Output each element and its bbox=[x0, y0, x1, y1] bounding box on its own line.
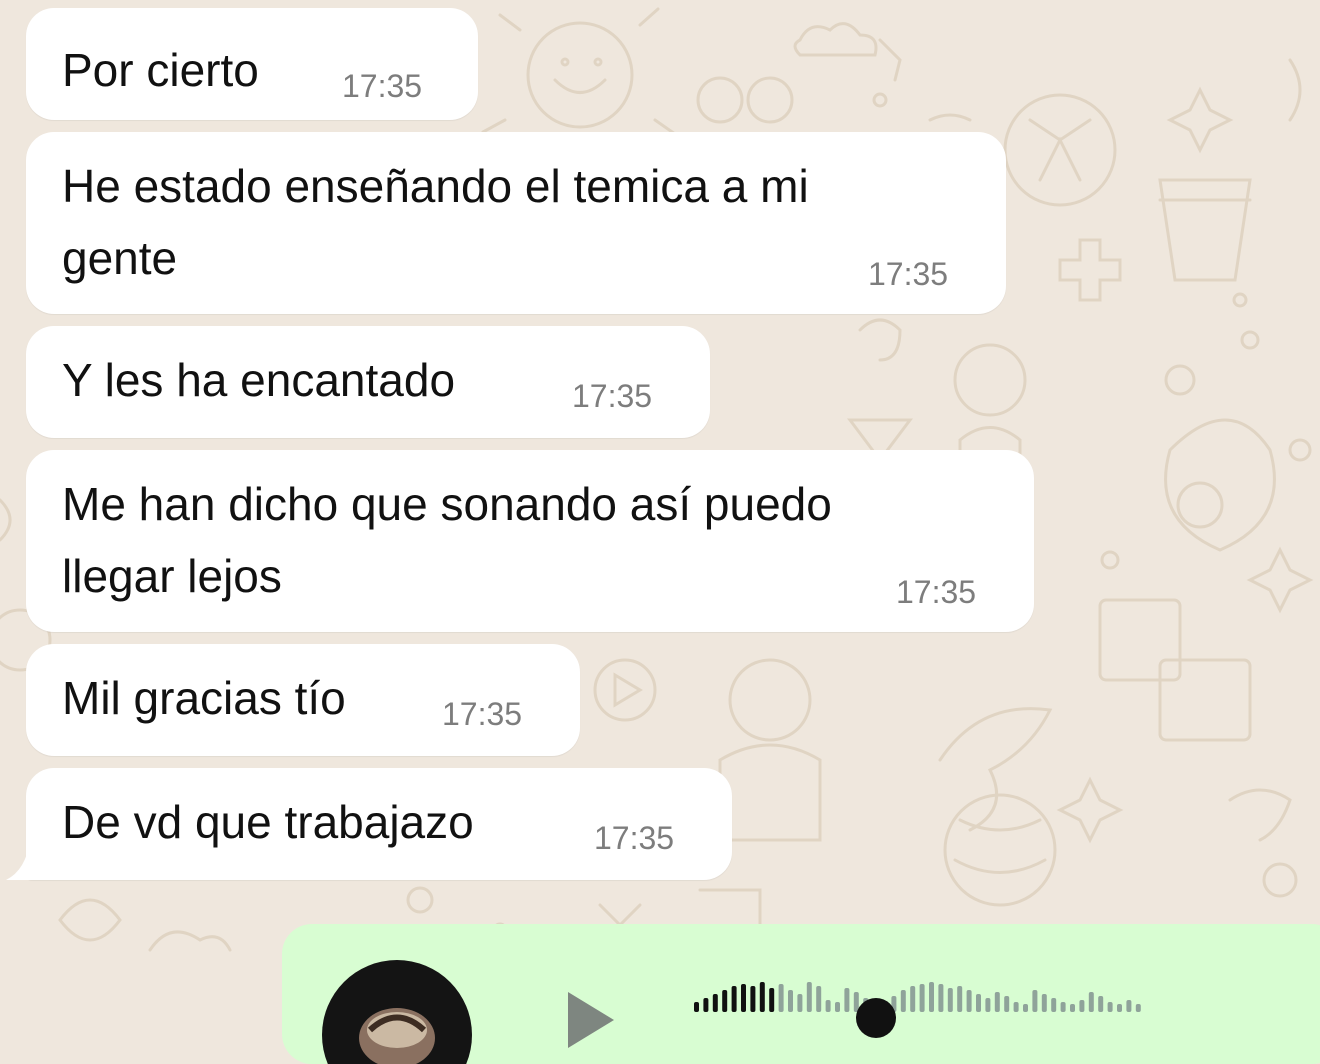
waveform-bar bbox=[703, 998, 709, 1012]
waveform-bar bbox=[1051, 998, 1057, 1012]
waveform-bar bbox=[835, 1002, 840, 1012]
message-timestamp: 17:35 bbox=[594, 820, 675, 856]
waveform-bar bbox=[994, 992, 1000, 1012]
message-bubble[interactable]: Mil gracias tío 17:35 bbox=[26, 644, 580, 756]
waveform-bar bbox=[957, 986, 963, 1012]
waveform-bar bbox=[947, 988, 953, 1012]
waveform-bar bbox=[1060, 1002, 1066, 1012]
message-timestamp: 17:35 bbox=[442, 696, 523, 732]
voice-message-bubble[interactable] bbox=[282, 924, 1320, 1064]
waveform-bar bbox=[985, 998, 991, 1012]
waveform-bar bbox=[1004, 996, 1010, 1012]
waveform-bar bbox=[1107, 1002, 1113, 1012]
waveform-bar bbox=[1013, 1002, 1019, 1012]
waveform-bar bbox=[759, 982, 765, 1012]
waveform-bar bbox=[750, 986, 756, 1012]
bubble-tail bbox=[6, 840, 50, 880]
message-text: Mil gracias tío bbox=[62, 672, 346, 724]
waveform-bar bbox=[966, 990, 972, 1012]
waveform-bar bbox=[825, 1000, 831, 1012]
waveform-bar bbox=[1032, 990, 1038, 1012]
message-bubble[interactable]: Por cierto 17:35 bbox=[26, 8, 478, 120]
message-text-line-2: llegar lejos bbox=[62, 550, 282, 602]
waveform-bar bbox=[722, 990, 728, 1012]
message-bubble[interactable]: Y les ha encantado 17:35 bbox=[26, 326, 710, 438]
waveform-bar bbox=[731, 986, 737, 1012]
voice-waveform[interactable] bbox=[694, 974, 1154, 1014]
waveform-bar bbox=[1041, 994, 1047, 1012]
waveform-bar bbox=[778, 984, 784, 1012]
message-bubble[interactable]: He estado enseñando el temica a mi gente… bbox=[26, 132, 1006, 314]
waveform-bar bbox=[788, 990, 793, 1012]
waveform-bar bbox=[900, 990, 906, 1012]
message-text: De vd que trabajazo bbox=[62, 796, 474, 848]
waveform-bar bbox=[1088, 992, 1094, 1012]
waveform-bar bbox=[844, 988, 850, 1012]
waveform-bar bbox=[976, 994, 981, 1012]
waveform-bar bbox=[1098, 996, 1104, 1012]
message-timestamp: 17:35 bbox=[896, 574, 977, 610]
message-text: Por cierto bbox=[62, 44, 259, 96]
message-timestamp: 17:35 bbox=[342, 68, 423, 104]
waveform-bar bbox=[806, 982, 812, 1012]
message-text-line-1: He estado enseñando el temica a mi bbox=[62, 160, 809, 212]
message-timestamp: 17:35 bbox=[868, 256, 949, 292]
avatar[interactable] bbox=[322, 960, 472, 1064]
waveform-bar bbox=[910, 986, 916, 1012]
message-text-line-1: Me han dicho que sonando así puedo bbox=[62, 478, 832, 530]
message-bubble[interactable]: Me han dicho que sonando así puedo llega… bbox=[26, 450, 1034, 632]
waveform-bar bbox=[1126, 1000, 1132, 1012]
waveform-bar bbox=[816, 986, 822, 1012]
message-text: Y les ha encantado bbox=[62, 354, 456, 406]
waveform-bar bbox=[694, 1002, 699, 1012]
waveform-bar bbox=[938, 984, 944, 1012]
message-bubble[interactable]: De vd que trabajazo 17:35 bbox=[26, 768, 732, 880]
waveform-bar bbox=[1023, 1004, 1028, 1012]
message-text-line-2: gente bbox=[62, 232, 178, 284]
waveform-bar bbox=[1070, 1004, 1075, 1012]
waveform-bar bbox=[919, 984, 925, 1012]
waveform-bar bbox=[1135, 1004, 1141, 1012]
waveform-bar bbox=[929, 982, 934, 1012]
waveform-bar bbox=[741, 984, 746, 1012]
play-icon[interactable] bbox=[568, 992, 614, 1048]
waveform-bar bbox=[1079, 1000, 1085, 1012]
waveform-bar bbox=[769, 988, 775, 1012]
waveform-bar bbox=[712, 994, 718, 1012]
waveform-bar bbox=[1117, 1004, 1122, 1012]
playback-knob[interactable] bbox=[856, 998, 896, 1038]
waveform-bar bbox=[797, 994, 803, 1012]
message-timestamp: 17:35 bbox=[572, 378, 653, 414]
